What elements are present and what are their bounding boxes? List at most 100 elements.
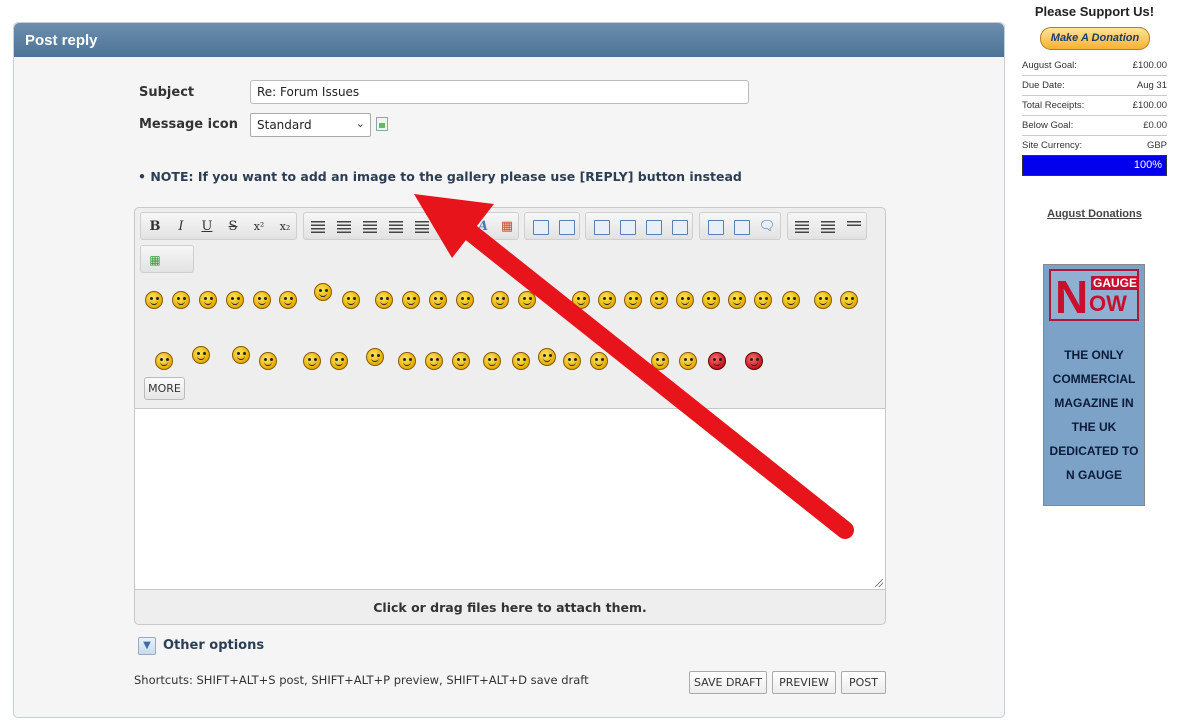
subscript-button[interactable]: x₂ <box>274 216 296 238</box>
smiley-icon[interactable] <box>145 291 163 309</box>
other-options-label[interactable]: Other options <box>163 638 264 653</box>
smiley-icon[interactable] <box>814 291 832 309</box>
block-group <box>524 212 580 240</box>
smiley-icon[interactable] <box>155 352 173 370</box>
ad-tagline: THE ONLY COMMERCIAL MAGAZINE IN THE UK D… <box>1044 343 1144 487</box>
smiley-icon[interactable] <box>425 352 443 370</box>
save-draft-button[interactable]: SAVE DRAFT <box>689 671 767 694</box>
smiley-icon[interactable] <box>624 291 642 309</box>
color-picker-icon[interactable]: ▦ <box>496 216 518 238</box>
censored-smiley-icon[interactable] <box>745 352 763 370</box>
post-button[interactable]: POST <box>841 671 886 694</box>
align-group <box>303 212 463 240</box>
angry-smiley-icon[interactable] <box>708 352 726 370</box>
donation-progress-bar: 100% <box>1022 155 1167 176</box>
strikethrough-button[interactable]: S <box>222 216 244 238</box>
smiley-icon[interactable] <box>518 291 536 309</box>
bullet-list-button[interactable] <box>791 216 813 238</box>
font-button[interactable]: A <box>472 216 494 238</box>
smiley-icon[interactable] <box>679 352 697 370</box>
code-block-icon[interactable] <box>555 216 577 238</box>
smiley-icon[interactable] <box>572 291 590 309</box>
august-donations-link[interactable]: August Donations <box>1022 208 1167 220</box>
smiley-icon[interactable] <box>702 291 720 309</box>
n-gauge-now-ad[interactable]: N GAUGE OW THE ONLY COMMERCIAL MAGAZINE … <box>1043 264 1145 506</box>
make-donation-button[interactable]: Make A Donation <box>1040 27 1150 50</box>
smiley-icon[interactable] <box>253 291 271 309</box>
smiley-icon[interactable] <box>491 291 509 309</box>
message-editor: B I U S x² x₂ A ▦ 🗨 ▦ MORE Click or drag… <box>134 207 886 625</box>
more-smileys-button[interactable]: MORE <box>144 377 185 400</box>
superscript-button[interactable]: x² <box>248 216 270 238</box>
chevron-down-icon[interactable]: ▼ <box>138 637 156 655</box>
ad-line: N GAUGE <box>1065 468 1122 482</box>
message-textarea[interactable] <box>134 408 886 590</box>
smiley-icon[interactable] <box>754 291 772 309</box>
bullet-list-icon <box>795 221 809 233</box>
align-left-button[interactable] <box>307 216 329 238</box>
smiley-icon[interactable] <box>456 291 474 309</box>
smiley-icon[interactable] <box>303 352 321 370</box>
smiley-icon[interactable] <box>538 348 556 366</box>
bold-button[interactable]: B <box>144 216 166 238</box>
message-icon-select[interactable]: Standard ⌄ <box>250 113 371 137</box>
smiley-icon[interactable] <box>402 291 420 309</box>
video-icon[interactable] <box>590 216 612 238</box>
smiley-icon[interactable] <box>199 291 217 309</box>
smiley-icon[interactable] <box>728 291 746 309</box>
smiley-icon[interactable] <box>512 352 530 370</box>
smiley-icon[interactable] <box>366 348 384 366</box>
italic-button[interactable]: I <box>170 216 192 238</box>
numbered-list-button[interactable] <box>817 216 839 238</box>
email-icon[interactable] <box>668 216 690 238</box>
donation-row: Below Goal: £0.00 <box>1022 116 1167 136</box>
code-icon[interactable] <box>730 216 752 238</box>
smiley-icon[interactable] <box>840 291 858 309</box>
justify-button[interactable] <box>385 216 407 238</box>
smiley-icon[interactable] <box>650 291 668 309</box>
align-center-button[interactable] <box>333 216 355 238</box>
smiley-icon[interactable] <box>192 346 210 364</box>
smiley-icon[interactable] <box>398 352 416 370</box>
attachment-dropzone[interactable]: Click or drag files here to attach them. <box>135 592 885 624</box>
chevron-down-icon: ⌄ <box>355 117 365 130</box>
logo-gauge: GAUGE <box>1091 276 1140 290</box>
post-reply-panel: Post reply Subject Re: Forum Issues Mess… <box>13 22 1005 718</box>
link-icon[interactable] <box>642 216 664 238</box>
align-right-button[interactable] <box>359 216 381 238</box>
smiley-icon[interactable] <box>330 352 348 370</box>
smiley-icon[interactable] <box>452 352 470 370</box>
smiley-icon[interactable] <box>342 291 360 309</box>
resize-grip-icon[interactable] <box>875 579 883 587</box>
table-icon[interactable] <box>704 216 726 238</box>
smiley-icon[interactable] <box>782 291 800 309</box>
preview-button[interactable]: PREVIEW <box>772 671 836 694</box>
donation-value: GBP <box>1146 140 1167 151</box>
subject-input[interactable]: Re: Forum Issues <box>250 80 749 104</box>
underline-button[interactable]: U <box>196 216 218 238</box>
smiley-icon[interactable] <box>483 352 501 370</box>
justify-icon <box>389 221 403 233</box>
indent-button[interactable] <box>411 216 433 238</box>
smiley-icon[interactable] <box>226 291 244 309</box>
image-icon[interactable] <box>616 216 638 238</box>
smiley-icon[interactable] <box>598 291 616 309</box>
ad-line: DEDICATED TO <box>1049 444 1139 458</box>
smiley-icon[interactable] <box>429 291 447 309</box>
speech-bubble-icon[interactable]: 🗨 <box>756 216 778 238</box>
quote-block-icon[interactable] <box>529 216 551 238</box>
horizontal-rule-button[interactable] <box>843 216 865 238</box>
smiley-icon[interactable] <box>259 352 277 370</box>
smiley-icon[interactable] <box>279 291 297 309</box>
smiley-icon[interactable] <box>563 352 581 370</box>
smiley-icon[interactable] <box>590 352 608 370</box>
smiley-icon[interactable] <box>375 291 393 309</box>
smiley-icon[interactable] <box>232 346 250 364</box>
smiley-icon[interactable] <box>172 291 190 309</box>
align-left-icon <box>311 221 325 233</box>
grid-icon[interactable]: ▦ <box>144 249 166 271</box>
smiley-icon[interactable] <box>651 352 669 370</box>
donation-row: Due Date: Aug 31 <box>1022 76 1167 96</box>
smiley-icon[interactable] <box>314 283 332 301</box>
smiley-icon[interactable] <box>676 291 694 309</box>
